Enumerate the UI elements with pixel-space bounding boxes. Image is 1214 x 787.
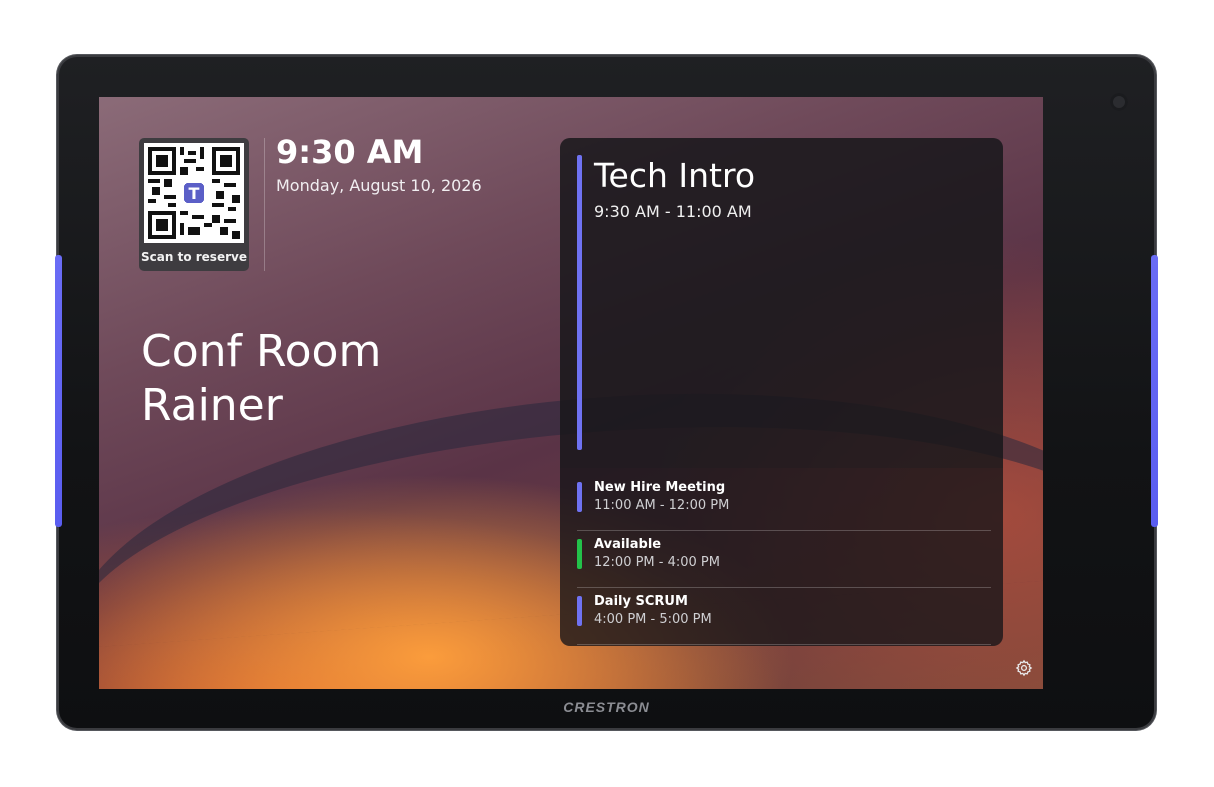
agenda-item[interactable]: New Hire Meeting 11:00 AM - 12:00 PM xyxy=(577,474,991,531)
agenda-item-accent xyxy=(577,596,582,626)
qr-reserve-card[interactable]: T Scan to reserve xyxy=(139,138,249,271)
teams-logo: T xyxy=(189,184,200,203)
agenda-item-name: Daily SCRUM xyxy=(594,594,688,609)
agenda-item-name: Available xyxy=(594,537,662,552)
touch-panel-device: T Scan to reserve 9:30 AM Monday, August… xyxy=(55,55,1158,730)
current-meeting-time: 9:30 AM - 11:00 AM xyxy=(594,202,752,221)
current-meeting-title: Tech Intro xyxy=(594,156,756,195)
clock-time: 9:30 AM xyxy=(276,133,424,171)
agenda-item-name: New Hire Meeting xyxy=(594,480,726,495)
status-led-left xyxy=(55,255,62,527)
status-led-right xyxy=(1151,255,1158,527)
agenda-item-time: 11:00 AM - 12:00 PM xyxy=(594,498,730,513)
screen: T Scan to reserve 9:30 AM Monday, August… xyxy=(99,97,1043,689)
room-name-line1: Conf Room xyxy=(141,326,382,377)
camera-icon xyxy=(1110,93,1128,111)
agenda-item-accent xyxy=(577,482,582,512)
room-name: Conf Room Rainer xyxy=(141,325,381,433)
qr-code: T xyxy=(144,143,244,243)
header-divider xyxy=(264,138,265,271)
agenda-item[interactable]: Available 12:00 PM - 4:00 PM xyxy=(577,531,991,588)
agenda-item[interactable]: Daily SCRUM 4:00 PM - 5:00 PM xyxy=(577,588,991,645)
current-meeting[interactable]: Tech Intro 9:30 AM - 11:00 AM xyxy=(560,138,1003,468)
gear-icon[interactable] xyxy=(1015,659,1033,677)
agenda-item-time: 4:00 PM - 5:00 PM xyxy=(594,612,712,627)
agenda-list: New Hire Meeting 11:00 AM - 12:00 PM Ava… xyxy=(560,474,1003,645)
scan-to-reserve-label: Scan to reserve xyxy=(141,250,247,264)
agenda-item-accent xyxy=(577,539,582,569)
brand-logo: CRESTRON xyxy=(563,699,650,715)
current-meeting-accent xyxy=(577,155,582,450)
schedule-panel: Tech Intro 9:30 AM - 11:00 AM New Hire M… xyxy=(560,138,1003,646)
room-name-line2: Rainer xyxy=(141,380,283,431)
clock-date: Monday, August 10, 2026 xyxy=(276,176,482,195)
agenda-item-time: 12:00 PM - 4:00 PM xyxy=(594,555,720,570)
